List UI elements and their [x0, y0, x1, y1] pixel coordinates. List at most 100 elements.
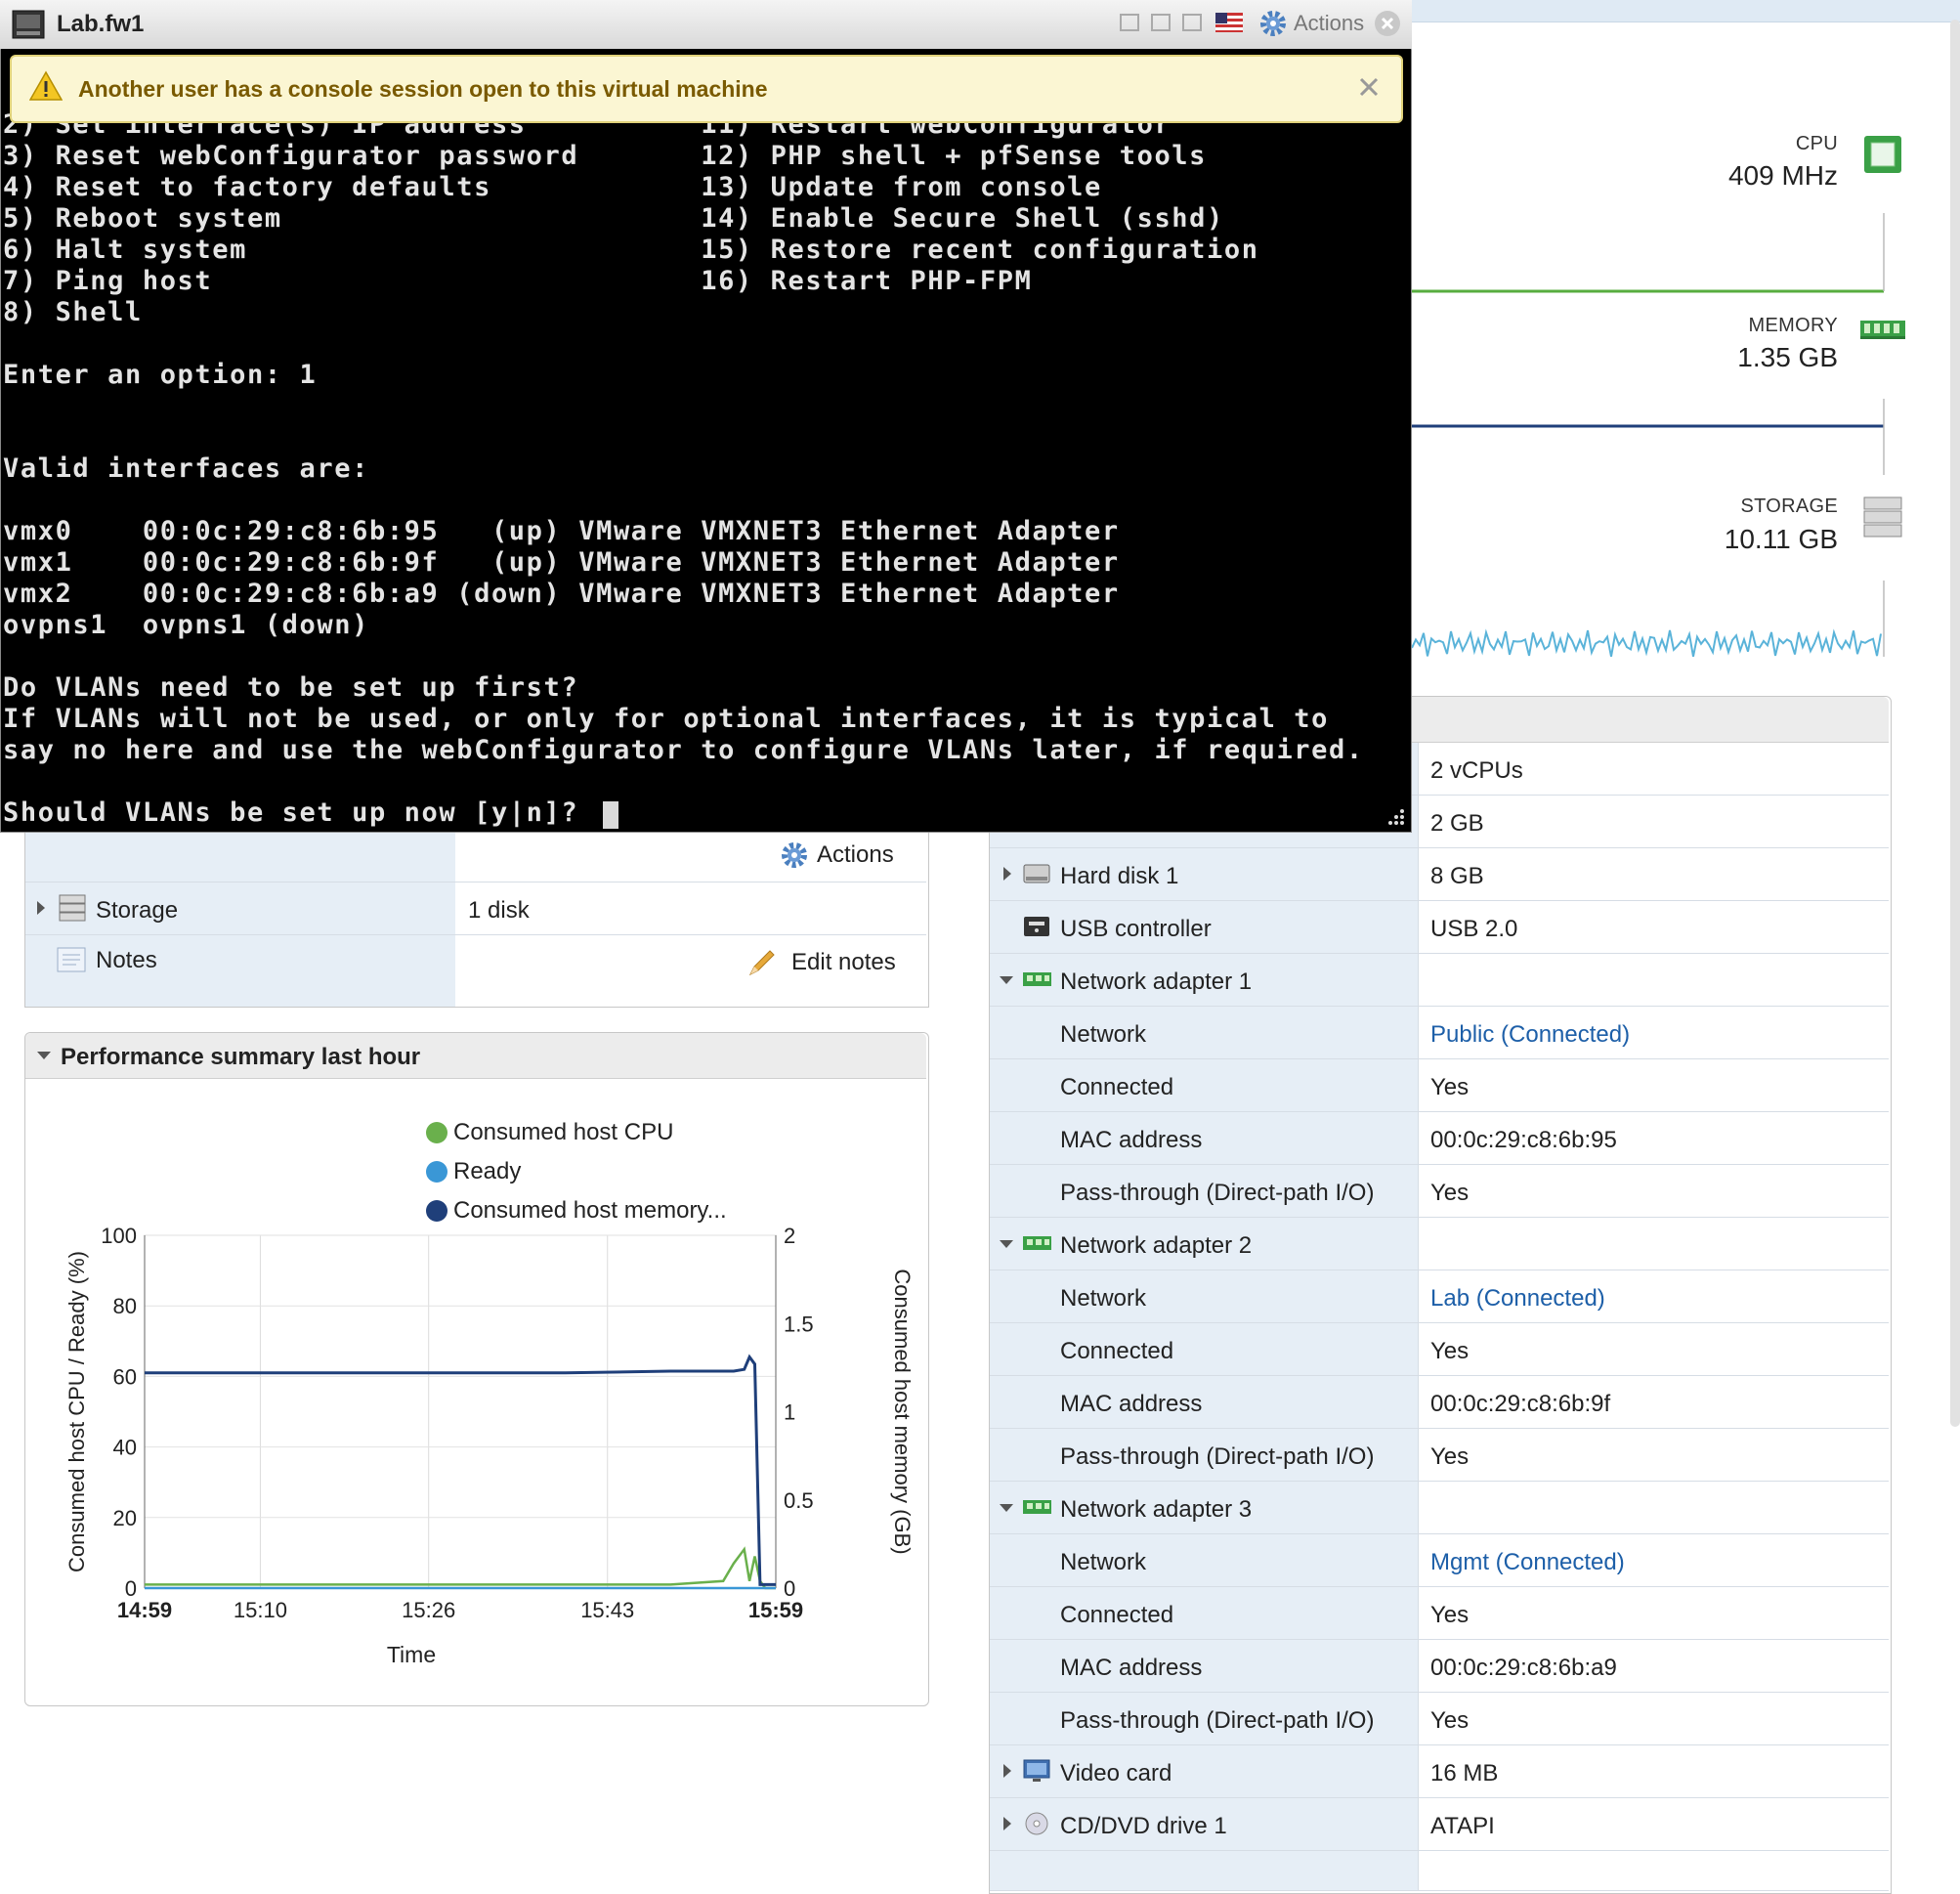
hardware-row-label: Connected [1060, 1338, 1174, 1364]
y-tick-label: 20 [113, 1506, 137, 1530]
hardware-row[interactable]: Network adapter 2 [990, 1218, 1889, 1270]
hardware-row[interactable]: Pass-through (Direct-path I/O) Yes [990, 1429, 1889, 1482]
expand-storage-icon[interactable] [37, 901, 45, 915]
collapse-row-icon[interactable] [1000, 976, 1013, 984]
hardware-row-value: Yes [1430, 1443, 1470, 1470]
hardware-row-value: Yes [1430, 1074, 1470, 1100]
legend-label-cpu: Consumed host CPU [453, 1119, 674, 1145]
terminal-line: vmx1 00:0c:29:c8:6b:9f (up) VMware VMXNE… [3, 547, 1120, 578]
actions-row: Actions [25, 833, 926, 882]
details-actions-label: Actions [817, 841, 894, 868]
terminal-line: ovpns1 ovpns1 (down) [3, 610, 369, 640]
resize-grip-icon[interactable] [1386, 807, 1406, 827]
collapse-performance-icon[interactable] [37, 1052, 51, 1059]
terminal-line: Enter an option: 1 [3, 360, 318, 390]
hardware-row[interactable]: MAC address 00:0c:29:c8:6b:9f [990, 1376, 1889, 1429]
x-axis-title: Time [387, 1642, 436, 1667]
plot-area [144, 1234, 777, 1589]
cpu-sparkline [1412, 213, 1885, 293]
hardware-row[interactable]: MAC address 00:0c:29:c8:6b:95 [990, 1112, 1889, 1165]
network-adapter-icon [1023, 1500, 1051, 1514]
hardware-row[interactable]: Network adapter 3 [990, 1482, 1889, 1534]
hardware-row-value: 00:0c:29:c8:6b:9f [1430, 1391, 1611, 1417]
edit-notes-label: Edit notes [791, 949, 896, 975]
x-tick-label: 15:10 [234, 1598, 287, 1622]
expand-row-icon[interactable] [1003, 867, 1011, 881]
hardware-row-label: Connected [1060, 1074, 1174, 1100]
hardware-row[interactable]: Pass-through (Direct-path I/O) Yes [990, 1165, 1889, 1218]
collapse-row-icon[interactable] [1000, 1504, 1013, 1512]
legend-label-ready: Ready [453, 1158, 522, 1184]
x-tick-label: 14:59 [117, 1598, 172, 1622]
close-console-icon[interactable] [1374, 10, 1401, 37]
hardware-row[interactable]: Network Public (Connected) [990, 1007, 1889, 1059]
terminal-line: 3) Reset webConfigurator password 12) PH… [3, 141, 1208, 171]
collapse-row-icon[interactable] [1000, 1240, 1013, 1248]
network-link[interactable]: Mgmt (Connected) [1430, 1549, 1625, 1576]
terminal-line: 4) Reset to factory defaults 13) Update … [3, 172, 1102, 202]
y-tick-label: 100 [101, 1224, 137, 1248]
console-actions-label: Actions [1294, 11, 1365, 35]
terminal-line: Valid interfaces are: [3, 453, 369, 484]
hardware-row-value: ATAPI [1430, 1813, 1495, 1839]
expand-row-icon[interactable] [1003, 1764, 1011, 1778]
hardware-row-value: 00:0c:29:c8:6b:95 [1430, 1127, 1617, 1153]
console-actions-button[interactable]: Actions [1258, 9, 1364, 38]
hardware-row-value: 2 GB [1430, 810, 1484, 837]
hardware-row-label: Pass-through (Direct-path I/O) [1060, 1707, 1375, 1734]
storage-row[interactable]: Storage 1 disk [25, 882, 926, 935]
hardware-row[interactable]: MAC address 00:0c:29:c8:6b:a9 [990, 1640, 1889, 1693]
storage-row-value: 1 disk [468, 897, 530, 924]
console-titlebar[interactable]: Lab.fw1 Actions [0, 0, 1412, 50]
fullscreen-console-icon[interactable] [1182, 14, 1202, 31]
hardware-row-label: Network [1060, 1549, 1147, 1575]
legend-item-cpu[interactable]: Consumed host CPU [426, 1113, 727, 1152]
memory-icon [1859, 318, 1906, 346]
dismiss-warning-icon[interactable] [1358, 76, 1380, 98]
hardware-row[interactable]: Connected Yes [990, 1059, 1889, 1112]
restore-console-icon[interactable] [1151, 14, 1171, 31]
terminal-line: Do VLANs need to be set up first? [3, 672, 579, 703]
hardware-row[interactable]: Network Lab (Connected) [990, 1270, 1889, 1323]
hardware-row-label: Hard disk 1 [1060, 863, 1179, 889]
minimize-console-icon[interactable] [1120, 14, 1139, 31]
terminal-line: Should VLANs be set up now [y|n]? [3, 797, 597, 828]
performance-chart: 02040608010000.511.5214:59 15:10 15:26 15:4… [64, 1224, 915, 1667]
hardware-row[interactable]: Network Mgmt (Connected) [990, 1534, 1889, 1587]
hardware-row[interactable]: Connected Yes [990, 1587, 1889, 1640]
terminal-line: vmx2 00:0c:29:c8:6b:a9 (down) VMware VMX… [3, 579, 1120, 609]
details-actions-button[interactable]: Actions [780, 840, 894, 870]
legend-item-ready[interactable]: Ready [426, 1152, 727, 1191]
hardware-row-value: 8 GB [1430, 863, 1484, 889]
hardware-row-label: Network [1060, 1285, 1147, 1312]
hardware-row[interactable]: Network adapter 1 [990, 954, 1889, 1007]
network-adapter-icon [1023, 972, 1051, 986]
hardware-row-label: Network [1060, 1021, 1147, 1048]
hardware-row[interactable]: Hard disk 1 8 GB [990, 848, 1889, 901]
storage-sparkline [1412, 581, 1885, 657]
storage-row-icon [59, 894, 86, 922]
y-tick-label: 60 [113, 1364, 137, 1389]
storage-value: 10.11 GB [1724, 524, 1838, 554]
x-tick-label: 15:26 [402, 1598, 455, 1622]
hardware-row[interactable]: Video card 16 MB [990, 1745, 1889, 1798]
terminal-line: 7) Ping host 16) Restart PHP-FPM [3, 266, 1033, 296]
performance-panel-header[interactable]: Performance summary last hour [25, 1033, 926, 1079]
hardware-row[interactable]: Connected Yes [990, 1323, 1889, 1376]
page-scrollbar[interactable] [1950, 20, 1960, 1427]
hardware-row-value: 2 vCPUs [1430, 757, 1523, 784]
network-link[interactable]: Lab (Connected) [1430, 1285, 1605, 1313]
hardware-row[interactable]: USB controller USB 2.0 [990, 901, 1889, 954]
hardware-row[interactable]: Pass-through (Direct-path I/O) Yes [990, 1693, 1889, 1745]
edit-notes-button[interactable]: Edit notes [746, 947, 896, 978]
expand-row-icon[interactable] [1003, 1817, 1011, 1830]
hardware-row-value: Yes [1430, 1338, 1470, 1364]
notes-label: Notes [96, 947, 157, 973]
y2-tick-label: 0.5 [784, 1488, 814, 1513]
console-title: Lab.fw1 [57, 11, 145, 37]
gear-icon [1260, 11, 1286, 36]
hardware-row[interactable]: CD/DVD drive 1 ATAPI [990, 1798, 1889, 1851]
keyboard-layout-flag-icon[interactable] [1215, 13, 1243, 32]
console-screen[interactable]: 2) Set interface(s) IP address 11) Resta… [1, 49, 1411, 832]
network-link[interactable]: Public (Connected) [1430, 1021, 1630, 1049]
